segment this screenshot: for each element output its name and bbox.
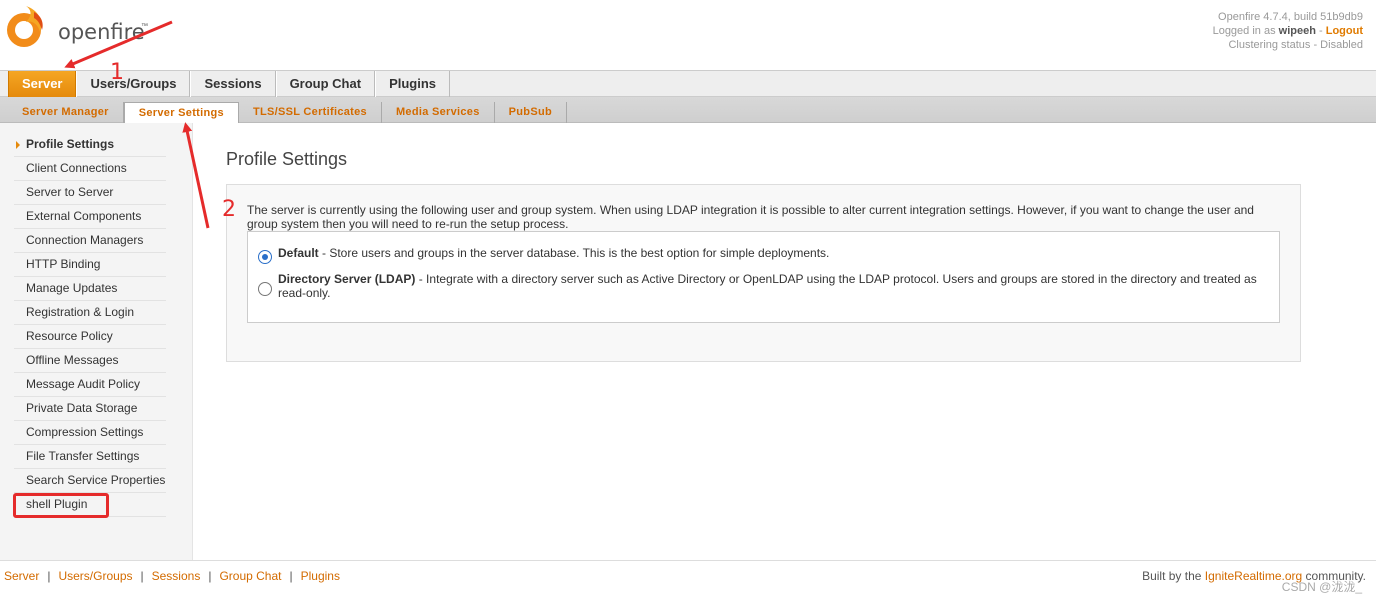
login-separator: - — [1319, 25, 1323, 37]
credit-prefix: Built by the — [1142, 569, 1202, 583]
sidebar-item-offline-messages[interactable]: Offline Messages — [14, 349, 166, 373]
tab-users-groups[interactable]: Users/Groups — [76, 71, 191, 97]
footer-separator: | — [47, 569, 51, 583]
logged-in-prefix: Logged in as — [1212, 25, 1276, 37]
sidebar-item-file-transfer-settings[interactable]: File Transfer Settings — [14, 445, 166, 469]
sidebar-item-label: Profile Settings — [26, 137, 115, 151]
active-arrow-icon — [16, 141, 20, 149]
tab-sessions[interactable]: Sessions — [190, 71, 276, 97]
option-ldap-text: Directory Server (LDAP) - Integrate with… — [278, 272, 1268, 300]
annotation-highlight-box — [13, 493, 109, 518]
footer-separator: | — [140, 569, 144, 583]
footer-link-group-chat[interactable]: Group Chat — [219, 569, 281, 583]
main-tabs: Server Users/Groups Sessions Group Chat … — [0, 70, 1376, 97]
sidebar-item-client-connections[interactable]: Client Connections — [14, 157, 166, 181]
sidebar-item-search-service-properties[interactable]: Search Service Properties — [14, 469, 166, 493]
footer-separator: | — [289, 569, 293, 583]
subtab-tls-ssl-certificates[interactable]: TLS/SSL Certificates — [239, 102, 382, 123]
flame-icon — [7, 6, 43, 47]
option-default-desc: - Store users and groups in the server d… — [318, 246, 830, 260]
option-ldap-label: Directory Server (LDAP) — [278, 272, 416, 286]
user-system-options: Default - Store users and groups in the … — [247, 231, 1280, 323]
footer-separator: | — [208, 569, 212, 583]
openfire-logo[interactable]: openfire ™ — [4, 2, 184, 52]
sidebar-item-compression-settings[interactable]: Compression Settings — [14, 421, 166, 445]
option-ldap-desc: - Integrate with a directory server such… — [278, 272, 1257, 300]
logo-text: openfire — [58, 20, 145, 44]
sidebar-item-private-data-storage[interactable]: Private Data Storage — [14, 397, 166, 421]
login-line: Logged in as wipeeh - Logout — [1213, 24, 1363, 38]
tab-group-chat[interactable]: Group Chat — [275, 71, 376, 97]
subtab-server-manager[interactable]: Server Manager — [8, 102, 124, 123]
sidebar-item-server-to-server[interactable]: Server to Server — [14, 181, 166, 205]
radio-default[interactable] — [258, 250, 272, 264]
sidebar-item-manage-updates[interactable]: Manage Updates — [14, 277, 166, 301]
subtab-pubsub[interactable]: PubSub — [495, 102, 568, 123]
option-default-text: Default - Store users and groups in the … — [278, 246, 1268, 260]
profile-settings-panel: The server is currently using the follow… — [226, 184, 1301, 362]
main-content: Profile Settings The server is currently… — [193, 123, 1376, 560]
sidebar-item-external-components[interactable]: External Components — [14, 205, 166, 229]
sidebar-item-message-audit-policy[interactable]: Message Audit Policy — [14, 373, 166, 397]
sidebar-item-profile-settings[interactable]: Profile Settings — [14, 133, 166, 157]
annotation-label-2: 2 — [222, 197, 236, 222]
footer-link-sessions[interactable]: Sessions — [152, 569, 201, 583]
footer-link-users-groups[interactable]: Users/Groups — [58, 569, 132, 583]
radio-ldap[interactable] — [258, 282, 272, 296]
sub-tabs: Server Manager Server Settings TLS/SSL C… — [0, 97, 1376, 123]
footer-links: Server | Users/Groups | Sessions | Group Chat |… — [4, 569, 340, 583]
clustering-status: Clustering status - Disabled — [1228, 39, 1363, 51]
sidebar-item-http-binding[interactable]: HTTP Binding — [14, 253, 166, 277]
username: wipeeh — [1278, 25, 1316, 37]
sidebar-item-resource-policy[interactable]: Resource Policy — [14, 325, 166, 349]
subtab-media-services[interactable]: Media Services — [382, 102, 495, 123]
sidebar-item-registration-login[interactable]: Registration & Login — [14, 301, 166, 325]
tab-plugins[interactable]: Plugins — [375, 71, 451, 97]
watermark: CSDN @泷泷_ — [1281, 580, 1362, 594]
footer: Server | Users/Groups | Sessions | Group Chat |… — [0, 560, 1376, 600]
annotation-label-1: 1 — [110, 60, 124, 85]
subtab-server-settings[interactable]: Server Settings — [123, 102, 239, 123]
tab-server[interactable]: Server — [8, 71, 77, 97]
header-info: Openfire 4.7.4, build 51b9db9 Logged in … — [1213, 10, 1363, 52]
sidebar-item-connection-managers[interactable]: Connection Managers — [14, 229, 166, 253]
footer-link-server[interactable]: Server — [4, 569, 39, 583]
logout-link[interactable]: Logout — [1326, 25, 1363, 37]
page-title: Profile Settings — [226, 149, 348, 169]
trademark-mark: ™ — [141, 23, 148, 30]
option-default-label: Default — [278, 246, 319, 260]
panel-description: The server is currently using the follow… — [247, 203, 1254, 231]
version-line: Openfire 4.7.4, build 51b9db9 — [1218, 11, 1363, 23]
footer-link-plugins[interactable]: Plugins — [301, 569, 340, 583]
header: openfire ™ Openfire 4.7.4, build 51b9db9… — [0, 0, 1376, 70]
